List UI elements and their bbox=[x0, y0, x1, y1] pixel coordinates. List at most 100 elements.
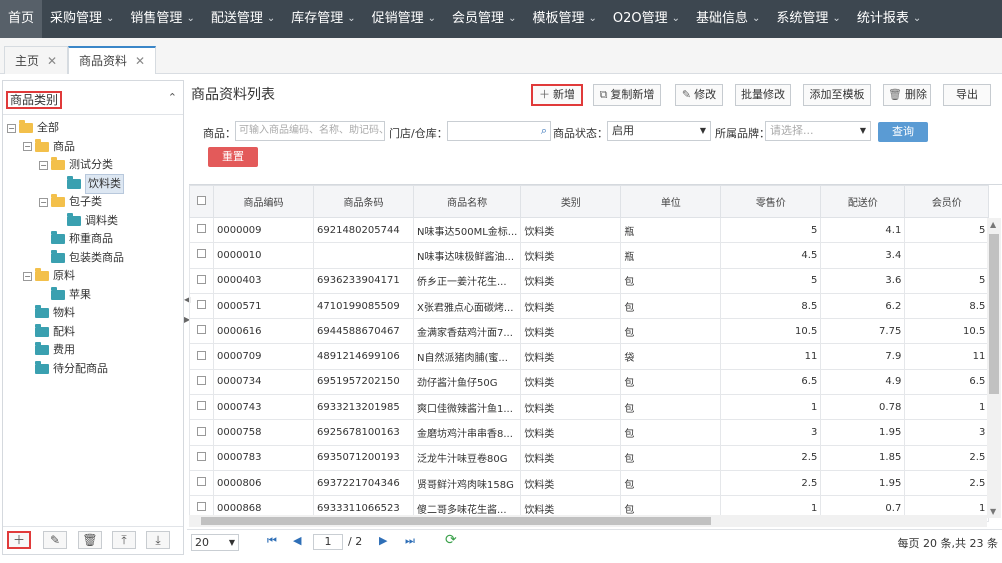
row-checkbox[interactable] bbox=[189, 444, 214, 471]
tree-node[interactable]: 包装类商品 bbox=[39, 249, 124, 267]
row-checkbox[interactable] bbox=[189, 394, 214, 421]
scroll-up-icon[interactable]: ▲ bbox=[990, 220, 996, 229]
tab-product-info[interactable]: 商品资料 ✕ bbox=[68, 46, 157, 74]
batch-edit-button[interactable]: 批量修改 bbox=[735, 84, 791, 106]
status-select[interactable]: 启用 ▼ bbox=[607, 121, 711, 141]
table-row[interactable]: 0000571 4710199085509 X张君雅点心面碳烤... 饮料类包 8.5 6… bbox=[189, 292, 990, 320]
copy-add-button[interactable]: ⧉ 复制新增 bbox=[593, 84, 661, 106]
scroll-down-icon[interactable]: ▼ bbox=[990, 507, 996, 516]
search-icon[interactable]: ⌕ bbox=[541, 122, 547, 140]
scrollbar-thumb[interactable] bbox=[989, 234, 999, 394]
table-row[interactable]: 0000403 6936233904171 侨乡正一姜汁花生... 饮料类包 5 3.6 5 bbox=[189, 267, 990, 294]
column-header[interactable]: 商品名称 bbox=[412, 185, 522, 218]
nav-o2o[interactable]: O2O管理 ⌄ bbox=[605, 0, 688, 38]
row-checkbox[interactable] bbox=[189, 469, 214, 497]
next-page-icon[interactable]: ▶ bbox=[379, 534, 387, 547]
collapse-toggle-icon[interactable]: − bbox=[39, 160, 48, 170]
collapse-toggle-icon[interactable]: − bbox=[39, 197, 48, 207]
vertical-scrollbar[interactable]: ▲ ▼ bbox=[987, 218, 1001, 518]
close-icon[interactable]: ✕ bbox=[135, 48, 145, 74]
brand-select[interactable]: 请选择... ▼ bbox=[765, 121, 871, 141]
tree-node[interactable]: 调料类 bbox=[55, 212, 118, 230]
tree-node[interactable]: − 包子类 bbox=[39, 193, 102, 211]
delete-category-button[interactable]: 🗑 bbox=[78, 531, 102, 549]
table-row[interactable]: 0000743 6933213201985 爽口佳微辣酱汁鱼1... 饮料类包 1 0.7… bbox=[189, 394, 990, 421]
nav-template[interactable]: 模板管理 ⌄ bbox=[524, 0, 604, 38]
tree-node[interactable]: 物料 bbox=[23, 304, 75, 322]
column-header[interactable]: 会员价 bbox=[904, 185, 990, 218]
nav-purchase[interactable]: 采购管理 ⌄ bbox=[42, 0, 122, 38]
delete-button[interactable]: 🗑 删除 bbox=[883, 84, 931, 106]
collapse-toggle-icon[interactable]: − bbox=[23, 271, 32, 281]
row-checkbox[interactable] bbox=[189, 242, 214, 269]
reset-button[interactable]: 重置 bbox=[208, 147, 258, 167]
tree-node[interactable]: − 测试分类 bbox=[39, 156, 113, 174]
row-checkbox[interactable] bbox=[189, 267, 214, 294]
last-page-icon[interactable]: ⏭ bbox=[405, 534, 415, 548]
export-button[interactable]: 导出 bbox=[943, 84, 991, 106]
nav-home[interactable]: 首页 bbox=[0, 0, 43, 38]
table-cell: 2.5 bbox=[720, 469, 822, 497]
edit-button[interactable]: ✎ 修改 bbox=[675, 84, 723, 106]
nav-basic-info[interactable]: 基础信息 ⌄ bbox=[688, 0, 768, 38]
close-icon[interactable]: ✕ bbox=[47, 48, 57, 74]
store-input[interactable]: ⌕ bbox=[447, 121, 551, 141]
tree-node[interactable]: 配料 bbox=[23, 323, 75, 341]
nav-member[interactable]: 会员管理 ⌄ bbox=[444, 0, 524, 38]
tree-node[interactable]: 费用 bbox=[23, 341, 75, 359]
row-checkbox[interactable] bbox=[189, 419, 214, 446]
page-size-select[interactable]: 20 ▼ bbox=[191, 534, 239, 551]
tree-node[interactable]: − 原料 bbox=[23, 267, 75, 285]
row-checkbox[interactable] bbox=[189, 216, 214, 244]
select-all-checkbox[interactable] bbox=[189, 185, 214, 218]
tab-home[interactable]: 主页 ✕ bbox=[4, 46, 69, 74]
scrollbar-thumb[interactable] bbox=[201, 517, 711, 525]
horizontal-scrollbar[interactable] bbox=[189, 515, 987, 527]
edit-category-button[interactable]: ✎ bbox=[43, 531, 67, 549]
table-row[interactable]: 0000009 6921480205744 N味事达500ML金标... 饮料类瓶 5 4… bbox=[189, 216, 990, 244]
first-page-icon[interactable]: ⏮ bbox=[267, 534, 277, 548]
collapse-icon[interactable]: ⌃ bbox=[168, 91, 177, 104]
product-search-input[interactable]: 可输入商品编码、名称、助记码、条码 bbox=[235, 121, 385, 141]
page-number-input[interactable]: 1 bbox=[313, 534, 343, 550]
nav-reports[interactable]: 统计报表 ⌄ bbox=[849, 0, 929, 38]
tree-node[interactable]: 称重商品 bbox=[39, 230, 113, 248]
query-button[interactable]: 查询 bbox=[878, 122, 928, 142]
column-header[interactable]: 商品条码 bbox=[313, 185, 414, 218]
tree-node[interactable]: 苹果 bbox=[39, 286, 91, 304]
table-row[interactable]: 0000783 6935071200193 泛龙牛汁味豆卷80G 饮料类包 2.5 1.8… bbox=[189, 444, 990, 471]
collapse-toggle-icon[interactable]: − bbox=[7, 123, 16, 133]
table-row[interactable]: 0000734 6951957202150 劲仔酱汁鱼仔50G 饮料类包 6.5 4.9 6… bbox=[189, 368, 990, 396]
table-row[interactable]: 0000010 N味事达味极鲜酱油... 饮料类瓶 4.5 3.4 bbox=[189, 242, 990, 269]
collapse-toggle-icon[interactable]: − bbox=[23, 142, 32, 151]
column-header[interactable]: 配送价 bbox=[820, 185, 906, 218]
row-checkbox[interactable] bbox=[189, 368, 214, 396]
tree-node[interactable]: 饮料类 bbox=[55, 173, 124, 194]
nav-delivery[interactable]: 配送管理 ⌄ bbox=[203, 0, 283, 38]
prev-page-icon[interactable]: ◀ bbox=[293, 534, 301, 547]
add-button[interactable]: ＋新增 bbox=[531, 84, 583, 106]
move-top-button[interactable]: ⤒ bbox=[112, 531, 136, 549]
refresh-icon[interactable]: ⟳ bbox=[445, 532, 457, 548]
row-checkbox[interactable] bbox=[189, 343, 214, 370]
table-row[interactable]: 0000709 4891214699106 N自然派猪肉脯(蜜... 饮料类袋 11 7.… bbox=[189, 343, 990, 370]
table-row[interactable]: 0000616 6944588670467 金满家香菇鸡汁面7... 饮料类包 10.5… bbox=[189, 318, 990, 345]
tree-node[interactable]: 待分配商品 bbox=[23, 360, 108, 378]
tree-node[interactable]: − 全部 bbox=[7, 119, 59, 137]
table-row[interactable]: 0000758 6925678100163 金磨坊鸡汁串串香8... 饮料类包 3 1.9… bbox=[189, 419, 990, 446]
nav-promotion[interactable]: 促销管理 ⌄ bbox=[364, 0, 444, 38]
nav-inventory[interactable]: 库存管理 ⌄ bbox=[283, 0, 363, 38]
add-to-template-button[interactable]: 添加至模板 bbox=[803, 84, 871, 106]
nav-sales[interactable]: 销售管理 ⌄ bbox=[122, 0, 202, 38]
column-header[interactable]: 商品编码 bbox=[213, 185, 314, 218]
move-bottom-button[interactable]: ⤓ bbox=[146, 531, 170, 549]
row-checkbox[interactable] bbox=[189, 292, 214, 320]
nav-system[interactable]: 系统管理 ⌄ bbox=[768, 0, 848, 38]
add-category-button[interactable]: ＋ bbox=[7, 531, 31, 549]
table-row[interactable]: 0000806 6937221704346 贤哥鲜汁鸡肉味158G 饮料类包 2.5 1.… bbox=[189, 469, 990, 497]
column-header[interactable]: 类别 bbox=[520, 185, 622, 218]
column-header[interactable]: 单位 bbox=[620, 185, 722, 218]
column-header[interactable]: 零售价 bbox=[720, 185, 822, 218]
tree-node[interactable]: − 商品 bbox=[23, 138, 75, 156]
row-checkbox[interactable] bbox=[189, 318, 214, 345]
